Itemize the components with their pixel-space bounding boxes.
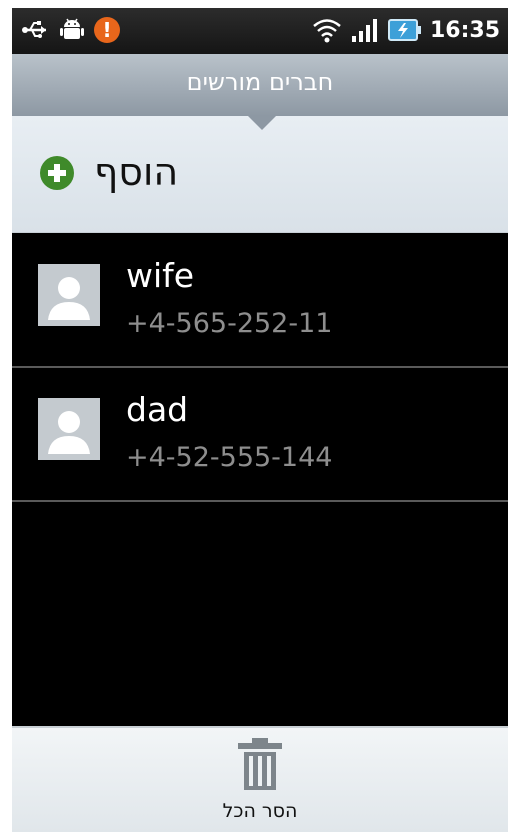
contact-name: dad <box>126 390 189 429</box>
wifi-icon <box>313 19 341 43</box>
add-contact-label: הוסף <box>94 150 179 194</box>
android-debug-icon <box>60 18 84 39</box>
contact-phone: +4-565-252-11 <box>126 308 333 339</box>
status-bar-left: ! <box>20 17 120 43</box>
add-icon <box>40 156 74 190</box>
clock: 16:35 <box>429 17 500 43</box>
alert-icon: ! <box>94 17 120 43</box>
remove-all-button[interactable]: הסר הכל <box>12 726 508 832</box>
battery-icon <box>387 19 421 41</box>
contact-avatar-icon <box>38 398 100 460</box>
contact-item-dad[interactable]: dad +4-52-555-144 <box>12 366 508 502</box>
page-title: חברים מורשים <box>186 68 334 96</box>
contact-name: wife <box>126 256 195 295</box>
add-contact-button[interactable]: הוסף <box>12 116 508 233</box>
phone-screen: ! 16:35 חברים מורשים הוסף wife +4-565-25… <box>12 8 508 832</box>
signal-icon <box>351 19 377 42</box>
trash-icon <box>238 738 282 790</box>
contact-avatar-icon <box>38 264 100 326</box>
contact-item-wife[interactable]: wife +4-565-252-11 <box>12 232 508 368</box>
usb-icon <box>22 21 46 38</box>
contact-phone: +4-52-555-144 <box>126 442 333 473</box>
status-bar: ! 16:35 <box>12 8 508 54</box>
title-bar: חברים מורשים <box>12 54 508 116</box>
status-bar-right: 16:35 <box>312 16 500 44</box>
remove-all-label: הסר הכל <box>222 800 298 822</box>
title-pointer <box>248 116 276 130</box>
